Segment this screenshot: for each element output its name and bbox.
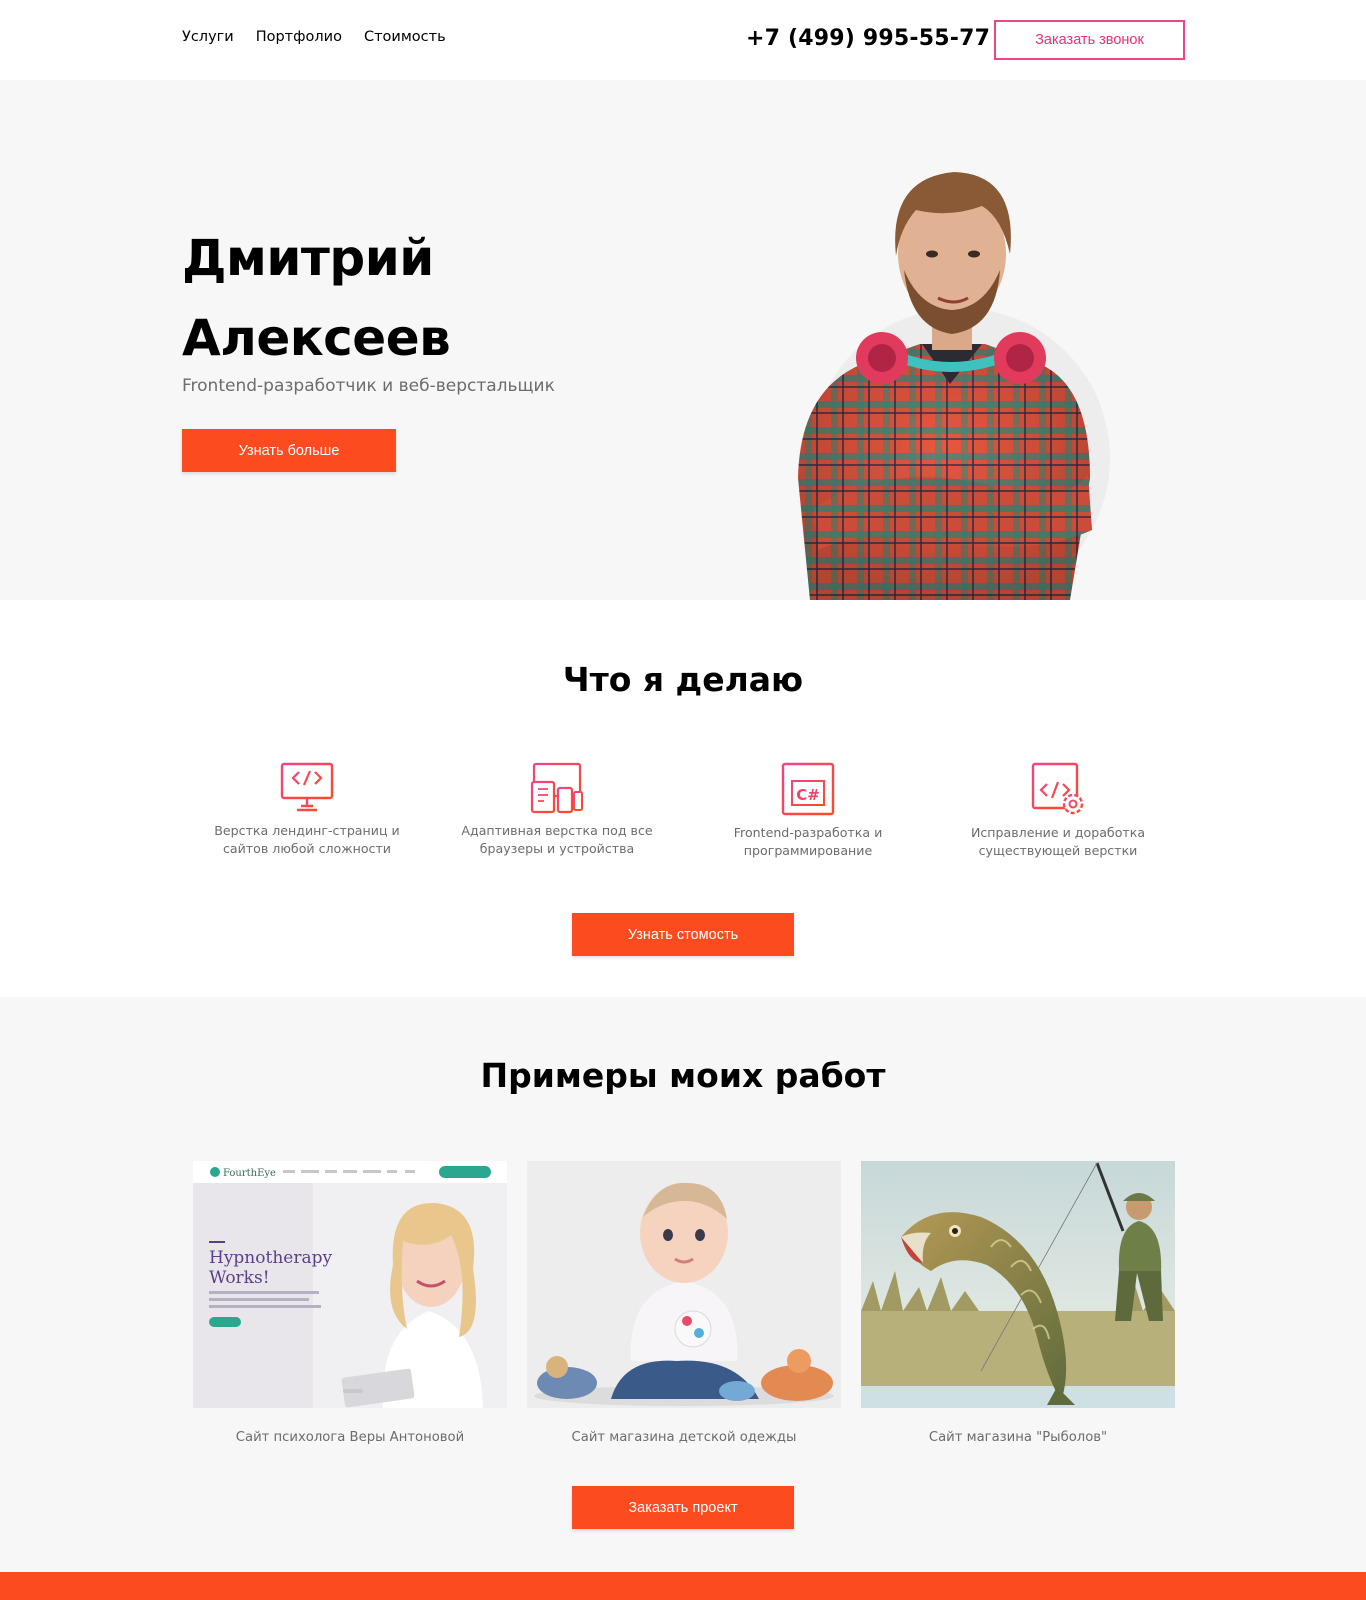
service-label-line: Адаптивная верстка под все xyxy=(461,823,653,838)
service-label-line: браузеры и устройства xyxy=(479,841,635,856)
monitor-code-icon xyxy=(280,762,334,812)
developer-portrait xyxy=(798,172,1110,600)
hero-subtitle: Frontend-разработчик и веб-верстальщик xyxy=(182,376,555,396)
service-label: Frontend-разработка и программирование xyxy=(693,824,923,860)
service-label: Исправление и доработка существующей вер… xyxy=(943,824,1173,860)
services-section: Что я делаю Верстка лендинг-страниц и са… xyxy=(0,600,1366,997)
portfolio-caption: Сайт психолога Веры Антоновой xyxy=(235,1430,465,1445)
nav-link-services[interactable]: Услуги xyxy=(182,29,234,45)
service-label-line: Исправление и доработка xyxy=(970,825,1146,840)
service-frontend: C# Frontend-разработка и программировани… xyxy=(693,762,923,860)
portfolio-caption: Сайт магазина "Рыболов" xyxy=(928,1430,1108,1445)
portfolio-title: Примеры моих работ xyxy=(480,1056,886,1095)
get-price-button[interactable]: Узнать стомость xyxy=(572,913,794,956)
site-header: Услуги Портфолио Стоимость +7 (499) 995-… xyxy=(0,0,1366,80)
phone-number[interactable]: +7 (499) 995-55-77 xyxy=(746,26,990,51)
psychologist-site-thumbnail[interactable]: FourthEye Hypnotherapy Works! xyxy=(193,1161,507,1408)
thumbnail-headline-line1: Hypnotherapy xyxy=(209,1248,332,1268)
service-label: Верстка лендинг-страниц и сайтов любой с… xyxy=(192,822,422,858)
service-label-line: сайтов любой сложности xyxy=(222,841,391,856)
hero-last-name: Алексеев xyxy=(182,309,451,367)
nav-link-portfolio[interactable]: Портфолио xyxy=(256,29,342,45)
fishing-shop-site-thumbnail[interactable] xyxy=(861,1161,1175,1408)
service-label-line: программирование xyxy=(743,843,873,858)
kids-clothing-site-thumbnail[interactable] xyxy=(527,1161,841,1408)
hero-first-name: Дмитрий xyxy=(182,229,434,287)
service-fixes: Исправление и доработка существующей вер… xyxy=(943,762,1173,860)
responsive-devices-icon xyxy=(530,762,583,814)
portfolio-item-kids-clothing[interactable]: Сайт магазина детской одежды xyxy=(527,1161,841,1445)
service-label-line: Frontend-разработка и xyxy=(733,825,883,840)
hero-section: Дмитрий Алексеев Frontend-разработчик и … xyxy=(0,80,1366,600)
order-project-button[interactable]: Заказать проект xyxy=(572,1486,794,1529)
nav-link-pricing[interactable]: Стоимость xyxy=(364,29,446,45)
service-label-line: существующей верстки xyxy=(978,843,1138,858)
service-label: Адаптивная верстка под все браузеры и ус… xyxy=(442,822,672,858)
services-title: Что я делаю xyxy=(562,660,804,699)
portfolio-section: Примеры моих работ FourthEye Hypnotherap… xyxy=(0,997,1366,1572)
csharp-window-icon: C# xyxy=(781,762,835,816)
service-label-line: Верстка лендинг-страниц и xyxy=(214,823,400,838)
code-settings-icon xyxy=(1031,762,1084,815)
thumbnail-headline-line2: Works! xyxy=(209,1268,270,1288)
order-call-button[interactable]: Заказать звонок xyxy=(994,20,1185,60)
portfolio-item-psychologist[interactable]: FourthEye Hypnotherapy Works! Сайт психо… xyxy=(193,1161,507,1445)
service-landing-pages: Верстка лендинг-страниц и сайтов любой с… xyxy=(192,762,422,858)
fourtheye-logo: FourthEye xyxy=(223,1168,276,1179)
portfolio-caption: Сайт магазина детской одежды xyxy=(571,1430,797,1445)
svg-text:C#: C# xyxy=(796,786,820,804)
main-nav: Услуги Портфолио Стоимость xyxy=(182,29,446,45)
service-responsive: Адаптивная верстка под все браузеры и ус… xyxy=(442,762,672,858)
learn-more-button[interactable]: Узнать больше xyxy=(182,429,396,472)
portfolio-item-fisherman[interactable]: Сайт магазина "Рыболов" xyxy=(861,1161,1175,1445)
footer-strip xyxy=(0,1572,1366,1600)
hero-title: Дмитрий Алексеев xyxy=(182,218,451,378)
